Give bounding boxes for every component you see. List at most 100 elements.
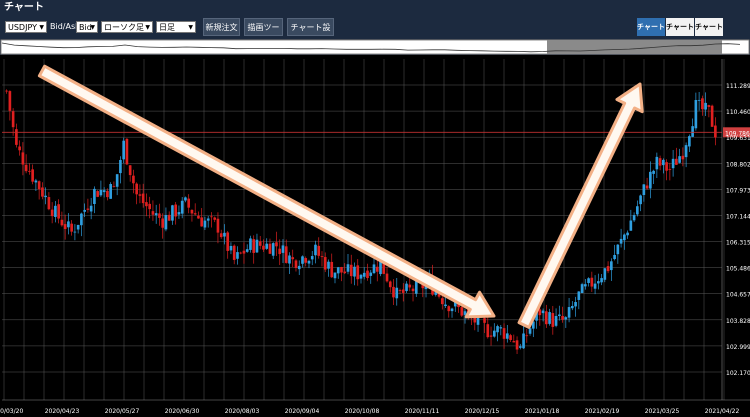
candle-body — [681, 155, 685, 160]
candle-body — [450, 308, 454, 312]
candle-body — [288, 255, 291, 264]
drawing-tool-button[interactable]: 描画ツール — [244, 18, 283, 50]
x-tick-label: 2021/03/25 — [645, 408, 680, 415]
candle-body — [70, 223, 73, 232]
candle-body — [333, 272, 337, 279]
tab-chart-2[interactable]: チャート2 — [666, 18, 694, 49]
candle-body — [141, 193, 145, 204]
period-select-value: 日足 — [159, 23, 175, 32]
candle-body — [353, 266, 356, 277]
tab-chart-3[interactable]: チャート3 — [695, 18, 723, 49]
toolbar: USDJPY ▼ Bid/Ask Bid ▼ ローソク足 ▼ 日足 ▼ 新規注文… — [0, 15, 750, 50]
navigator-bar[interactable] — [0, 39, 750, 55]
candle-body — [145, 202, 148, 207]
chevron-down-icon: ▼ — [145, 24, 150, 31]
x-tick-label: 2020/06/30 — [165, 408, 200, 415]
candle-body — [701, 98, 704, 110]
candle-body — [219, 233, 223, 238]
candle-body — [294, 260, 298, 268]
candle-body — [538, 309, 542, 316]
candle-body — [590, 277, 594, 287]
candle-body — [707, 105, 711, 107]
candle-body — [678, 156, 681, 163]
candle-body — [291, 257, 295, 260]
candle-body — [688, 136, 691, 147]
candle-body — [193, 213, 197, 215]
candle-body — [167, 214, 171, 221]
candle-body — [385, 273, 389, 282]
candle-body — [340, 267, 343, 273]
y-tick-label: 105.486 — [726, 266, 750, 273]
candle-body — [125, 138, 129, 165]
candle-body — [512, 341, 516, 343]
chevron-down-icon: ▼ — [39, 24, 44, 31]
candle-body — [112, 185, 116, 187]
candle-body — [122, 140, 125, 160]
candle-body — [115, 174, 119, 187]
candle-body — [714, 125, 717, 138]
candle-body — [401, 289, 405, 293]
chart-style-select[interactable]: ローソク足 ▼ — [101, 21, 153, 33]
candle-body — [632, 215, 636, 221]
x-tick-label: 2021/01/18 — [525, 408, 560, 415]
tab-chart-1[interactable]: チャート1 — [637, 18, 665, 49]
candle-body — [392, 286, 395, 298]
candle-body — [177, 212, 181, 215]
y-tick-label: 107.973 — [726, 187, 750, 194]
y-tick-label: 106.315 — [726, 240, 750, 247]
x-tick-label: 2020/03/20 — [0, 408, 23, 415]
candle-body — [63, 224, 67, 229]
candle-body — [154, 213, 158, 216]
candle-body — [584, 284, 587, 287]
candle-body — [200, 217, 204, 227]
y-tick-label: 109.631 — [726, 135, 750, 142]
candle-body — [67, 221, 70, 228]
candle-body — [132, 175, 135, 184]
candle-body — [577, 291, 581, 300]
candle-body — [24, 164, 28, 172]
candle-body — [509, 335, 512, 341]
chart-settings-button[interactable]: チャート設定 — [287, 18, 334, 50]
candle-body — [486, 324, 490, 338]
candle-body — [587, 278, 590, 283]
candle-body — [262, 245, 265, 250]
candle-body — [616, 244, 620, 255]
candle-body — [76, 224, 80, 230]
candle-body — [652, 170, 655, 174]
candle-body — [93, 188, 96, 204]
candle-body — [499, 327, 503, 329]
candle-body — [268, 243, 272, 254]
candle-body — [206, 218, 210, 221]
candle-body — [21, 152, 25, 165]
candle-body — [691, 126, 694, 137]
candle-body — [323, 257, 327, 270]
candle-body — [554, 315, 558, 326]
candle-body — [662, 159, 665, 166]
candle-body — [522, 333, 525, 349]
chevron-down-icon: ▼ — [90, 24, 95, 31]
candle-body — [255, 239, 259, 253]
new-order-button[interactable]: 新規注文 — [203, 18, 240, 36]
bidask-select[interactable]: Bid ▼ — [76, 21, 98, 33]
candle-body — [398, 290, 402, 291]
candle-body — [83, 209, 86, 212]
y-tick-label: 102.170 — [726, 370, 750, 377]
candle-body — [655, 156, 659, 170]
price-chart[interactable]: 109.786 111.289 110.460 109.631 108.802 107.… — [0, 55, 750, 417]
candle-body — [629, 220, 633, 231]
x-tick-label: 2021/04/22 — [705, 408, 740, 415]
candle-body — [710, 105, 714, 127]
candle-body — [557, 314, 561, 316]
candle-body — [161, 218, 165, 228]
candle-body — [232, 245, 236, 260]
uptrend-arrow — [517, 82, 644, 329]
navigator-window[interactable] — [547, 40, 722, 54]
candle-body — [57, 204, 60, 219]
period-select[interactable]: 日足 ▼ — [156, 21, 196, 33]
candle-body — [671, 158, 675, 169]
candle-body — [613, 254, 616, 260]
candle-body — [28, 170, 31, 172]
symbol-select[interactable]: USDJPY ▼ — [5, 21, 47, 33]
x-tick-label: 2020/11/11 — [405, 408, 440, 415]
candle-body — [593, 283, 597, 289]
